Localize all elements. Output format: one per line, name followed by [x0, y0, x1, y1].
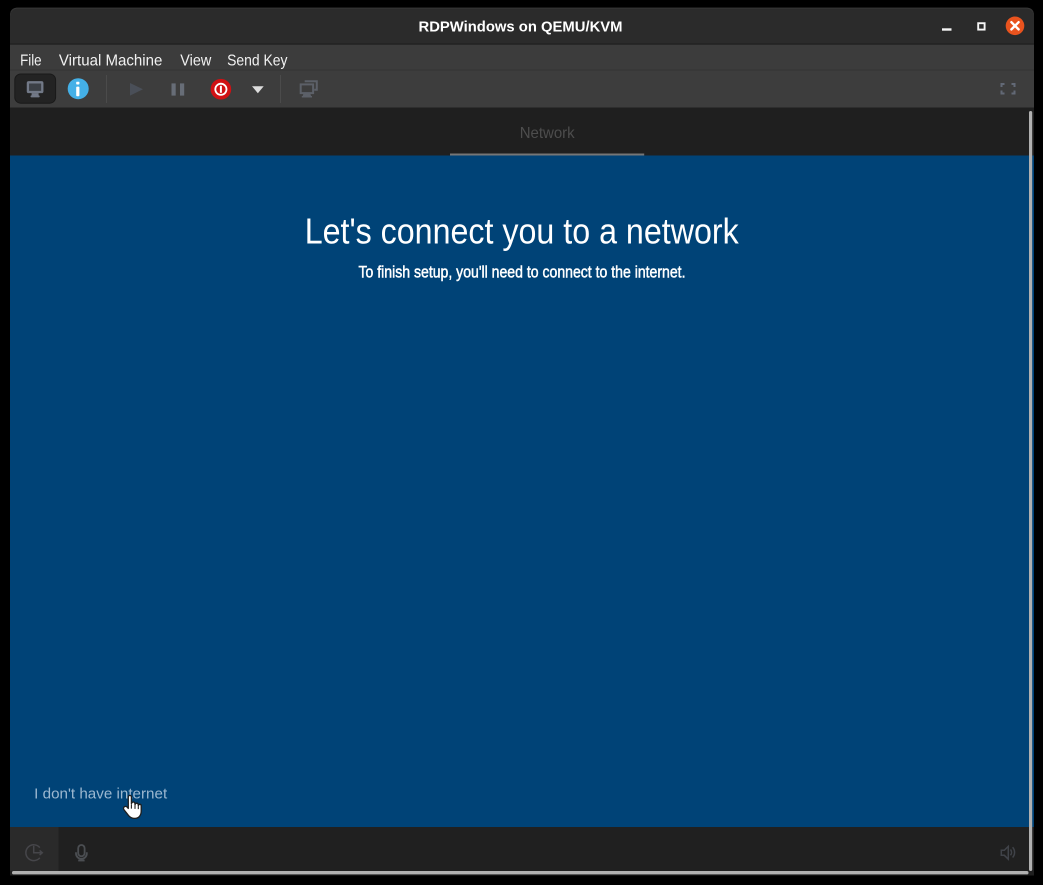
- svg-text:Let's connect you to a network: Let's connect you to a network: [305, 211, 740, 252]
- svg-text:Virtual Machine: Virtual Machine: [59, 52, 163, 69]
- svg-text:View: View: [180, 52, 211, 69]
- svg-text:I don't have internet: I don't have internet: [34, 787, 167, 803]
- svg-text:File: File: [20, 52, 42, 69]
- svg-text:To finish setup, you'll need t: To finish setup, you'll need to connect …: [359, 263, 686, 282]
- svg-text:Network: Network: [520, 125, 575, 142]
- svg-text:RDPWindows on QEMU/KVM: RDPWindows on QEMU/KVM: [419, 19, 623, 36]
- svg-text:Send Key: Send Key: [227, 52, 287, 69]
